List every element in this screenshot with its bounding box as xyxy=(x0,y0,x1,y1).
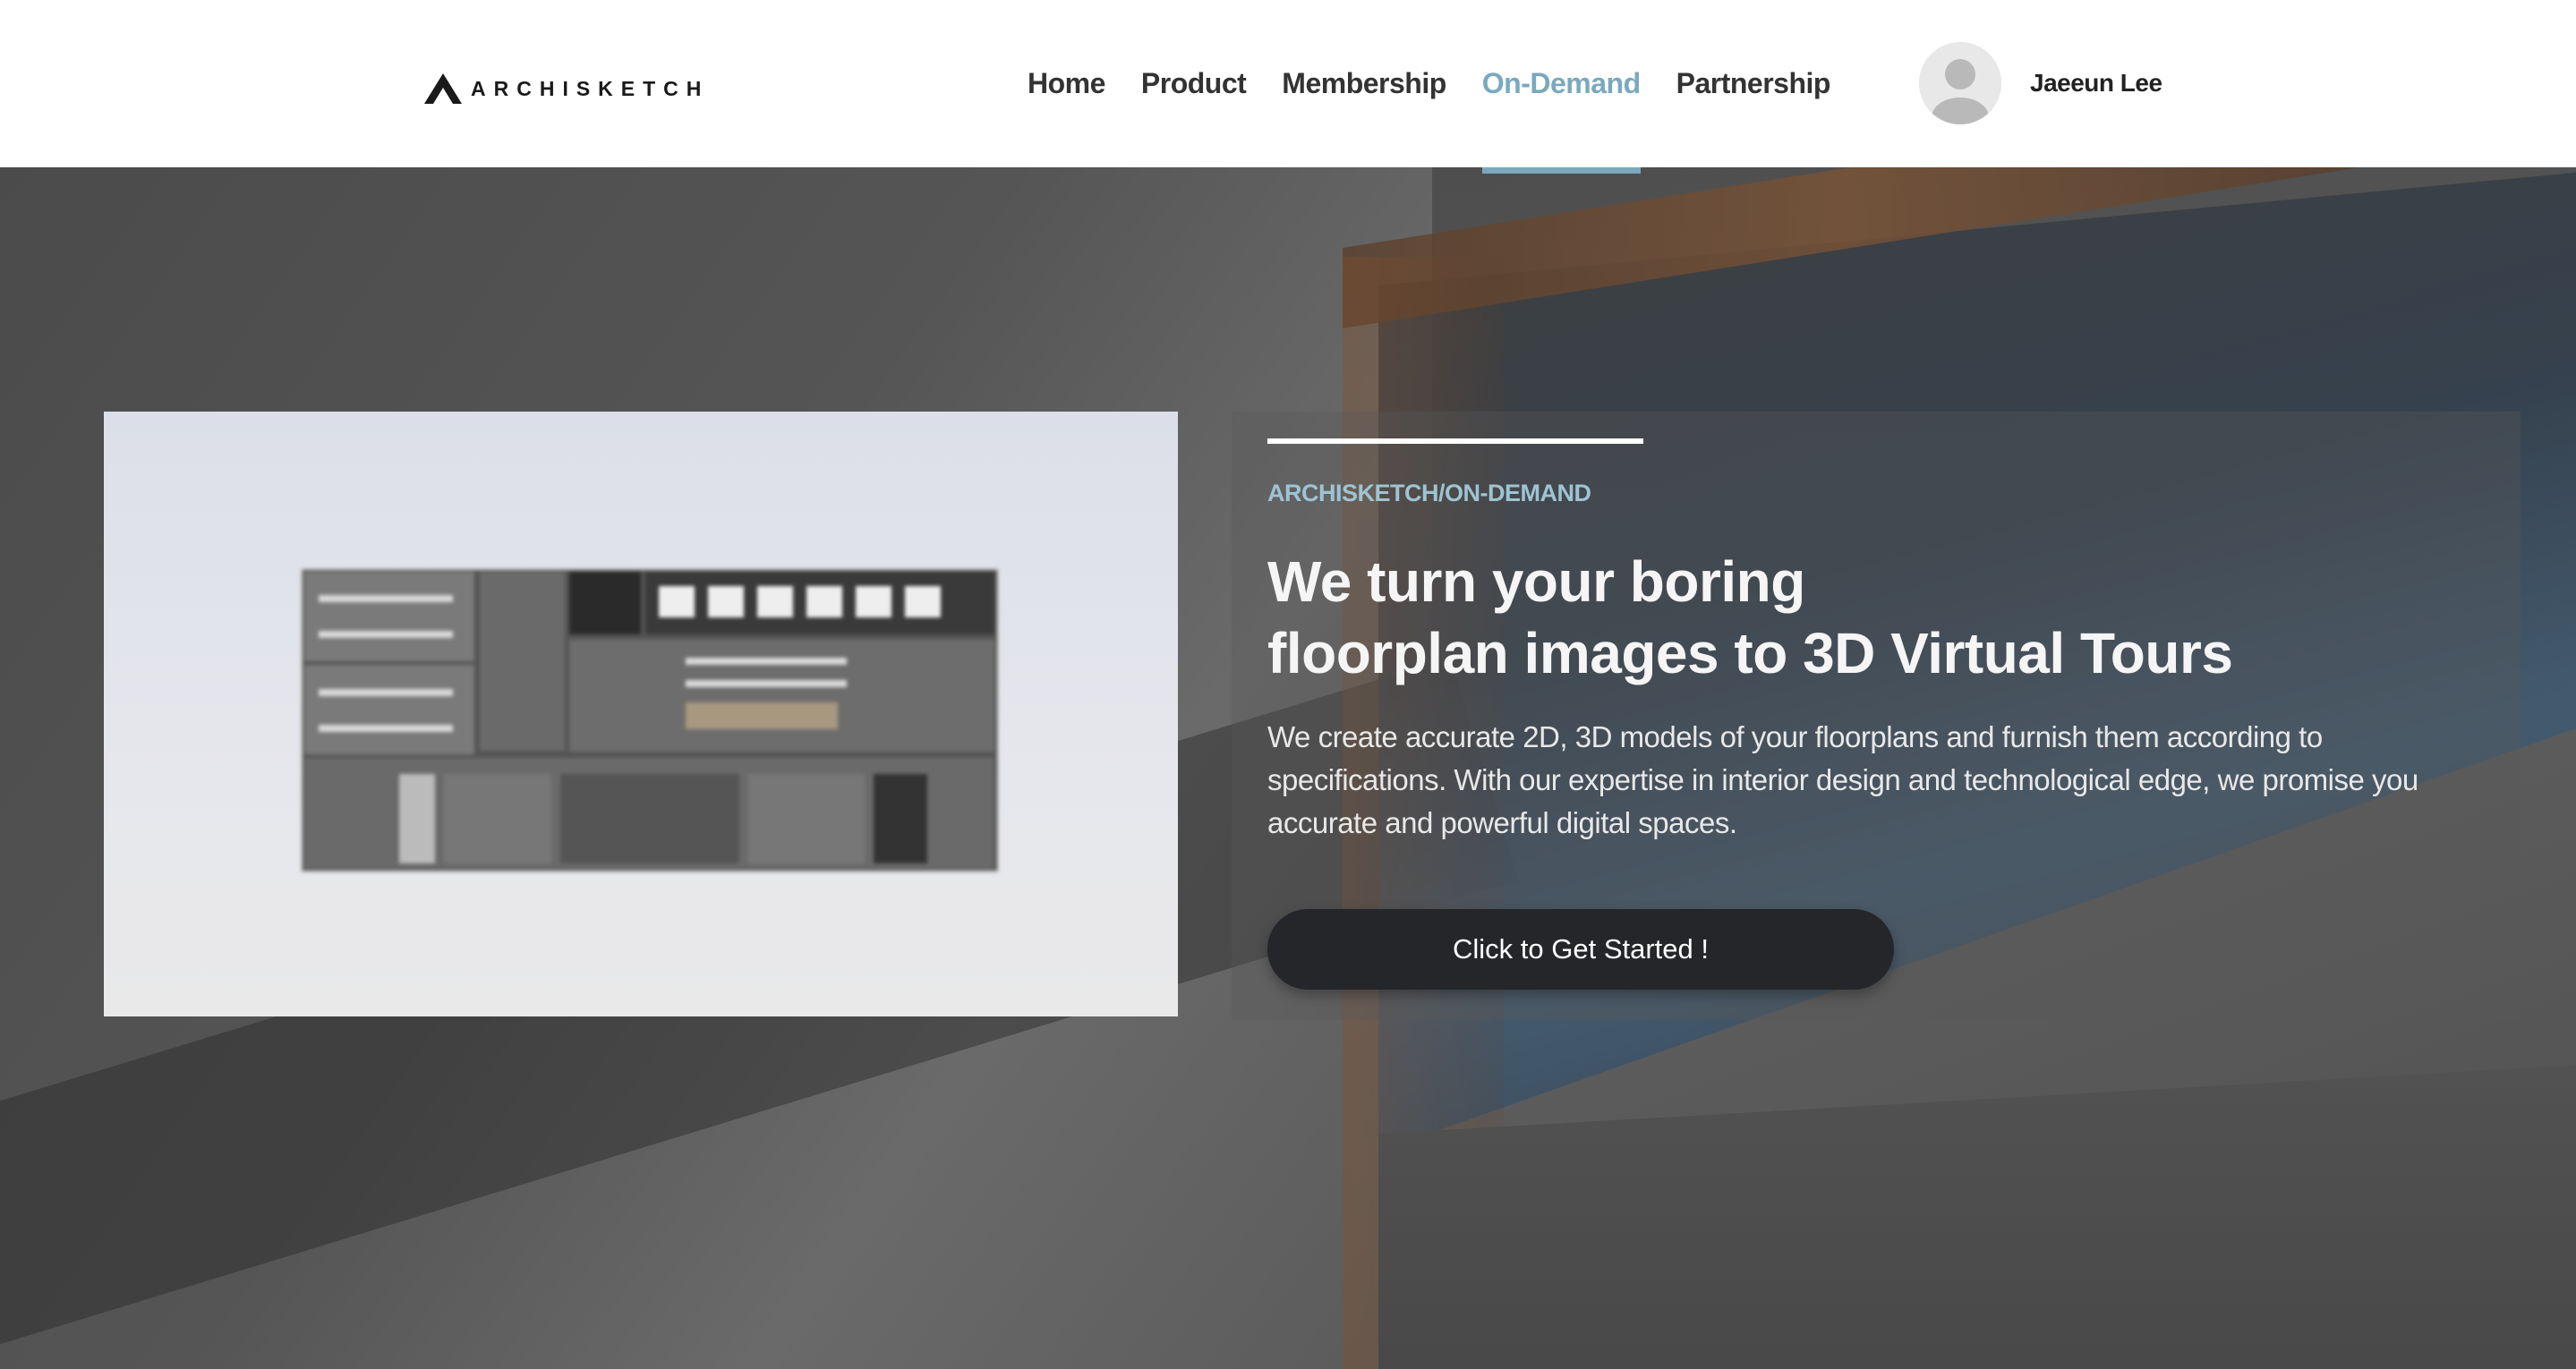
hero-title-line-1: We turn your boring xyxy=(1267,549,1805,614)
hero-title: We turn your boring floorplan images to … xyxy=(1267,546,2485,689)
archisketch-logo-icon xyxy=(424,73,462,104)
brand-name: ARCHISKETCH xyxy=(471,76,710,100)
main-nav: Home Product Membership On-Demand Partne… xyxy=(1028,0,1866,174)
accent-divider xyxy=(1267,438,1643,444)
hero-eyebrow: ARCHISKETCH/ON-DEMAND xyxy=(1267,480,1591,506)
nav-item-product[interactable]: Product xyxy=(1141,0,1247,167)
floorplan-illustration-icon xyxy=(301,568,999,872)
hero-title-line-2: floorplan images to 3D Virtual Tours xyxy=(1267,621,2233,685)
site-header: ARCHISKETCH Home Product Membership On-D… xyxy=(0,0,2576,174)
nav-item-partnership[interactable]: Partnership xyxy=(1676,0,1831,167)
user-name[interactable]: Jaeeun Lee xyxy=(2030,69,2162,98)
hero-description: We create accurate 2D, 3D models of your… xyxy=(1267,720,2418,839)
nav-item-home[interactable]: Home xyxy=(1028,0,1105,167)
brand-logo[interactable]: ARCHISKETCH xyxy=(422,72,709,106)
nav-item-on-demand[interactable]: On-Demand xyxy=(1481,0,1641,174)
user-menu[interactable]: Jaeeun Lee xyxy=(1919,41,2162,125)
nav-item-membership[interactable]: Membership xyxy=(1282,0,1446,167)
user-avatar-icon xyxy=(1919,42,2001,124)
avatar[interactable] xyxy=(1919,42,2001,124)
hero-text-panel: ARCHISKETCH/ON-DEMAND We turn your borin… xyxy=(1232,412,2521,1020)
get-started-button[interactable]: Click to Get Started ! xyxy=(1267,909,1894,990)
floorplan-image xyxy=(104,412,1178,1016)
